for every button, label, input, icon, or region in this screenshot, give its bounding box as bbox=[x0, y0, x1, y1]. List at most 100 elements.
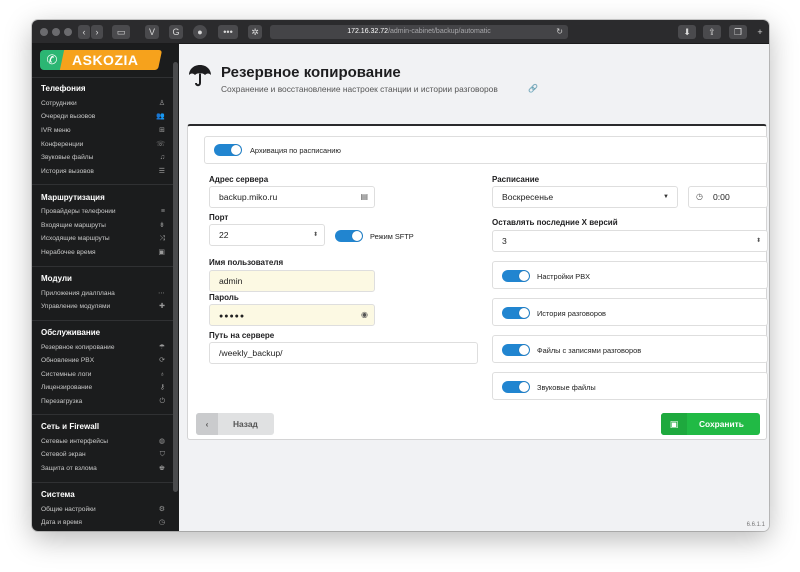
port-input[interactable]: 22 ⬍ bbox=[209, 224, 325, 246]
sidebar-item-system-logs[interactable]: Системные логи ♁ bbox=[41, 369, 165, 381]
sidebar-item-label: Конференции bbox=[41, 141, 84, 148]
sidebar-item-sounds[interactable]: Звуковые файлы ♫ bbox=[41, 152, 165, 164]
sidebar-scrollbar[interactable] bbox=[173, 62, 178, 492]
opt-records-toggle[interactable] bbox=[502, 344, 530, 356]
extension-bug-button[interactable]: ✲ bbox=[248, 25, 262, 39]
schedule-value: Воскресенье bbox=[502, 192, 554, 202]
address-bar[interactable]: 172.16.32.72/admin-cabinet/backup/automa… bbox=[270, 25, 568, 39]
save-button-label: Сохранить bbox=[699, 419, 744, 429]
minimize-window-button[interactable] bbox=[52, 28, 60, 36]
schedule-archive-box: Архивация по расписанию bbox=[204, 136, 768, 164]
reload-icon[interactable]: ↻ bbox=[556, 25, 563, 39]
downloads-button[interactable]: ⬇ bbox=[678, 25, 696, 39]
sidebar-item-date-time[interactable]: Дата и время ◷ bbox=[41, 517, 165, 529]
clock-icon: ◷ bbox=[696, 192, 703, 201]
sidebar-item-providers[interactable]: Провайдеры телефонии ≡ bbox=[41, 206, 165, 218]
backup-settings-form: Архивация по расписанию Адрес сервера ba… bbox=[187, 124, 768, 440]
share-button[interactable]: ⇪ bbox=[703, 25, 721, 39]
stepper-icon[interactable]: ⬍ bbox=[756, 231, 761, 251]
sidebar-item-queues[interactable]: Очереди вызовов 👥 bbox=[41, 111, 165, 123]
extension-abp-button[interactable]: ● bbox=[193, 25, 207, 39]
sidebar-item-label: Общие настройки bbox=[41, 506, 96, 513]
time-input[interactable]: ◷ 0:00 bbox=[688, 186, 768, 208]
close-window-button[interactable] bbox=[40, 28, 48, 36]
stepper-icon[interactable]: ⬍ bbox=[313, 225, 318, 245]
sidebar-toggle-button[interactable]: ▭ bbox=[112, 25, 130, 39]
sidebar-item-label: Защита от взлома bbox=[41, 465, 97, 472]
divider bbox=[32, 77, 173, 78]
schedule-archive-toggle[interactable] bbox=[214, 144, 242, 156]
password-input[interactable]: ●●●●● ◉ bbox=[209, 304, 375, 326]
sidebar-item-off-hours[interactable]: Нерабочее время ▣ bbox=[41, 247, 165, 259]
user-secret-icon: ♚ bbox=[158, 465, 165, 472]
sidebar-item-licensing[interactable]: Лицензирование ⚷ bbox=[41, 382, 165, 394]
opt-records-label: Файлы с записями разговоров bbox=[537, 346, 642, 355]
opt-history-label: История разговоров bbox=[537, 309, 606, 318]
extension-g-button[interactable]: G bbox=[169, 25, 183, 39]
opt-sounds-toggle[interactable] bbox=[502, 381, 530, 393]
sidebar-item-reboot[interactable]: Перезагрузка ⏻ bbox=[41, 396, 165, 408]
link-icon[interactable]: 🔗 bbox=[528, 84, 538, 93]
section-network: Сеть и Firewall bbox=[41, 422, 100, 431]
sidebar-item-outgoing-routes[interactable]: Исходящие маршруты ⤨ bbox=[41, 233, 165, 245]
shield-icon: ⛉ bbox=[159, 451, 165, 458]
section-routing: Маршрутизация bbox=[41, 193, 105, 202]
port-label: Порт bbox=[209, 213, 229, 222]
sidebar-item-intrusion-protection[interactable]: Защита от взлома ♚ bbox=[41, 463, 165, 475]
sftp-label: Режим SFTP bbox=[370, 232, 414, 241]
save-button[interactable]: ▣ Сохранить bbox=[661, 413, 760, 435]
divider bbox=[32, 414, 173, 415]
key-icon: ⚷ bbox=[159, 384, 165, 391]
plus-icon: + bbox=[757, 27, 763, 37]
server-icon: ≡ bbox=[160, 208, 165, 215]
schedule-dropdown[interactable]: Воскресенье ▼ bbox=[492, 186, 678, 208]
sidebar-item-module-manager[interactable]: Управление модулями ✚ bbox=[41, 301, 165, 313]
opt-pbx-toggle[interactable] bbox=[502, 270, 530, 282]
incoming-icon: ⇟ bbox=[159, 222, 165, 229]
sync-icon: ⟳ bbox=[159, 357, 165, 364]
sidebar-item-employees[interactable]: Сотрудники ♙ bbox=[41, 98, 165, 110]
opt-history-toggle[interactable] bbox=[502, 307, 530, 319]
sidebar-item-ivr[interactable]: IVR меню ⊞ bbox=[41, 125, 165, 137]
username-input[interactable]: admin bbox=[209, 270, 375, 292]
server-input[interactable]: backup.miko.ru ▤ bbox=[209, 186, 375, 208]
path-input[interactable]: /weekly_backup/ bbox=[209, 342, 478, 364]
chevron-left-icon: ‹ bbox=[82, 27, 86, 37]
clock-icon: ◷ bbox=[158, 519, 165, 526]
sitemap-icon: ⊞ bbox=[159, 127, 165, 134]
extension-dots-button[interactable]: ••• bbox=[218, 25, 238, 39]
sidebar-item-label: История вызовов bbox=[41, 168, 94, 175]
sidebar-icon: ▭ bbox=[116, 27, 126, 37]
sidebar-item-dialplan-apps[interactable]: Приложения диалплана ⋯ bbox=[41, 288, 165, 300]
zoom-window-button[interactable] bbox=[64, 28, 72, 36]
share-icon: ⇪ bbox=[708, 27, 716, 37]
tabs-icon: ❐ bbox=[733, 27, 743, 37]
sftp-toggle[interactable] bbox=[335, 230, 363, 242]
sidebar-item-pbx-update[interactable]: Обновление PBX ⟳ bbox=[41, 355, 165, 367]
browser-toolbar: ‹ › ▭ V G ● ••• ✲ 172.16.32.72/admin-cab… bbox=[32, 20, 769, 44]
opt-sounds-label: Звуковые файлы bbox=[537, 383, 596, 392]
users-icon: 👥 bbox=[156, 113, 165, 120]
sidebar-item-network-interfaces[interactable]: Сетевые интерфейсы ◍ bbox=[41, 436, 165, 448]
page-subtitle: Сохранение и восстановление настроек ста… bbox=[221, 84, 498, 94]
extension-v-button[interactable]: V bbox=[145, 25, 159, 39]
tabs-overview-button[interactable]: ❐ bbox=[729, 25, 747, 39]
forward-nav-button[interactable]: › bbox=[91, 25, 103, 39]
back-nav-button[interactable]: ‹ bbox=[78, 25, 90, 39]
divider bbox=[32, 482, 173, 483]
puzzle-icon: ✚ bbox=[159, 303, 165, 310]
section-modules: Модули bbox=[41, 274, 72, 283]
sidebar-item-call-history[interactable]: История вызовов ☰ bbox=[41, 166, 165, 178]
sidebar-item-general-settings[interactable]: Общие настройки ⚙ bbox=[41, 504, 165, 516]
schedule-label: Расписание bbox=[492, 175, 540, 184]
opt-records-box: Файлы с записями разговоров bbox=[492, 335, 768, 363]
back-button[interactable]: ‹ Назад bbox=[196, 413, 274, 435]
sidebar-item-incoming-routes[interactable]: Входящие маршруты ⇟ bbox=[41, 220, 165, 232]
sidebar-item-firewall[interactable]: Сетевой экран ⛉ bbox=[41, 449, 165, 461]
new-tab-button[interactable]: + bbox=[754, 25, 766, 39]
keep-versions-input[interactable]: 3 ⬍ bbox=[492, 230, 768, 252]
sidebar-item-conferences[interactable]: Конференции ☏ bbox=[41, 139, 165, 151]
sidebar-item-backup[interactable]: Резервное копирование ☂ bbox=[41, 342, 165, 354]
askozia-logo[interactable]: ✆ ASKOZIA bbox=[40, 50, 163, 70]
eye-icon[interactable]: ◉ bbox=[361, 305, 368, 325]
